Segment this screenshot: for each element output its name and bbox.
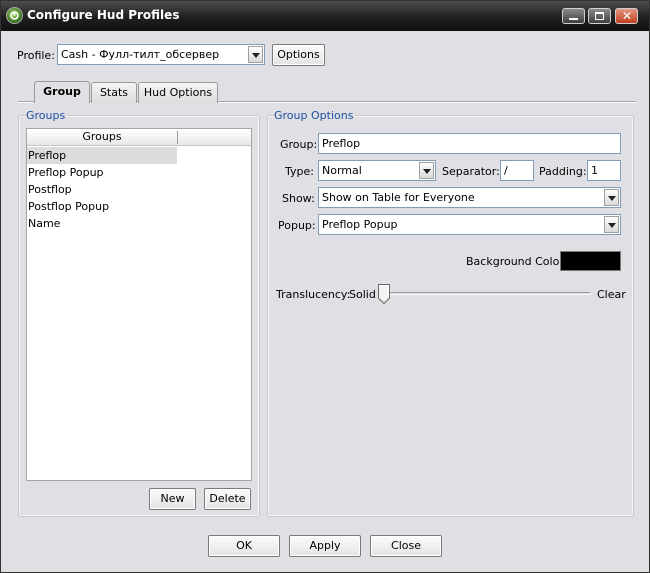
column-separator[interactable] bbox=[177, 131, 178, 144]
tab-stats[interactable]: Stats bbox=[91, 82, 137, 103]
chevron-down-icon[interactable] bbox=[604, 189, 619, 206]
type-label: Type: bbox=[285, 165, 314, 178]
delete-group-button[interactable]: Delete bbox=[204, 488, 251, 510]
padding-input[interactable]: 1 bbox=[587, 160, 621, 181]
apply-button[interactable]: Apply bbox=[289, 535, 361, 557]
show-value: Show on Table for Everyone bbox=[322, 191, 475, 204]
window-title: Configure Hud Profiles bbox=[27, 8, 180, 22]
type-select[interactable]: Normal bbox=[318, 160, 436, 181]
popup-label: Popup: bbox=[278, 219, 316, 232]
show-select[interactable]: Show on Table for Everyone bbox=[318, 187, 621, 208]
ok-button[interactable]: OK bbox=[208, 535, 280, 557]
popup-value: Preflop Popup bbox=[322, 218, 398, 231]
background-color-swatch[interactable] bbox=[560, 251, 621, 271]
chevron-down-icon[interactable] bbox=[419, 162, 434, 179]
group-name-input[interactable]: Preflop bbox=[318, 133, 621, 154]
tab-hud-options[interactable]: Hud Options bbox=[138, 82, 218, 103]
padding-label: Padding: bbox=[539, 165, 587, 178]
translucency-slider-thumb[interactable] bbox=[378, 284, 390, 305]
list-item-postflop[interactable]: Postflop bbox=[27, 181, 177, 198]
profile-value: Cash - Фулл-тилт_обсервер bbox=[61, 48, 220, 61]
minimize-icon bbox=[569, 18, 578, 20]
translucency-min-label: Solid bbox=[349, 288, 376, 301]
groups-list-header[interactable]: Groups bbox=[27, 129, 251, 146]
close-icon: ✕ bbox=[622, 9, 633, 23]
close-button[interactable]: Close bbox=[370, 535, 442, 557]
title-bar[interactable]: Configure Hud Profiles ✕ bbox=[1, 1, 649, 31]
groups-list[interactable]: Groups Preflop Preflop Popup Postflop Po… bbox=[26, 128, 252, 481]
close-window-button[interactable]: ✕ bbox=[615, 8, 638, 24]
popup-select[interactable]: Preflop Popup bbox=[318, 214, 621, 235]
show-label: Show: bbox=[282, 192, 315, 205]
translucency-max-label: Clear bbox=[597, 288, 626, 301]
separator-label: Separator: bbox=[442, 165, 500, 178]
list-item-preflop-popup[interactable]: Preflop Popup bbox=[27, 164, 177, 181]
app-icon bbox=[6, 7, 23, 24]
profile-label: Profile: bbox=[17, 49, 55, 62]
translucency-label: Translucency: bbox=[276, 288, 351, 301]
separator-input[interactable]: / bbox=[500, 160, 534, 181]
list-item-postflop-popup[interactable]: Postflop Popup bbox=[27, 198, 177, 215]
type-value: Normal bbox=[322, 164, 362, 177]
list-item-name[interactable]: Name bbox=[27, 215, 177, 232]
list-item-preflop[interactable]: Preflop bbox=[27, 147, 177, 164]
groups-panel-title: Groups bbox=[26, 109, 68, 122]
chevron-down-icon[interactable] bbox=[248, 46, 263, 63]
tab-group[interactable]: Group bbox=[34, 81, 90, 103]
minimize-button[interactable] bbox=[562, 8, 585, 24]
new-group-button[interactable]: New bbox=[149, 488, 196, 510]
configure-hud-profiles-window: Configure Hud Profiles ✕ Profile: Cash -… bbox=[0, 0, 650, 573]
chevron-down-icon[interactable] bbox=[604, 216, 619, 233]
group-name-label: Group: bbox=[280, 138, 318, 151]
maximize-icon bbox=[595, 12, 604, 20]
group-options-title: Group Options bbox=[274, 109, 356, 122]
profile-select[interactable]: Cash - Фулл-тилт_обсервер bbox=[57, 44, 265, 65]
maximize-button[interactable] bbox=[588, 8, 611, 24]
background-color-label: Background Color: bbox=[466, 255, 568, 268]
translucency-slider-track[interactable] bbox=[379, 292, 591, 295]
options-button[interactable]: Options bbox=[272, 44, 325, 66]
groups-column-header[interactable]: Groups bbox=[27, 130, 177, 143]
